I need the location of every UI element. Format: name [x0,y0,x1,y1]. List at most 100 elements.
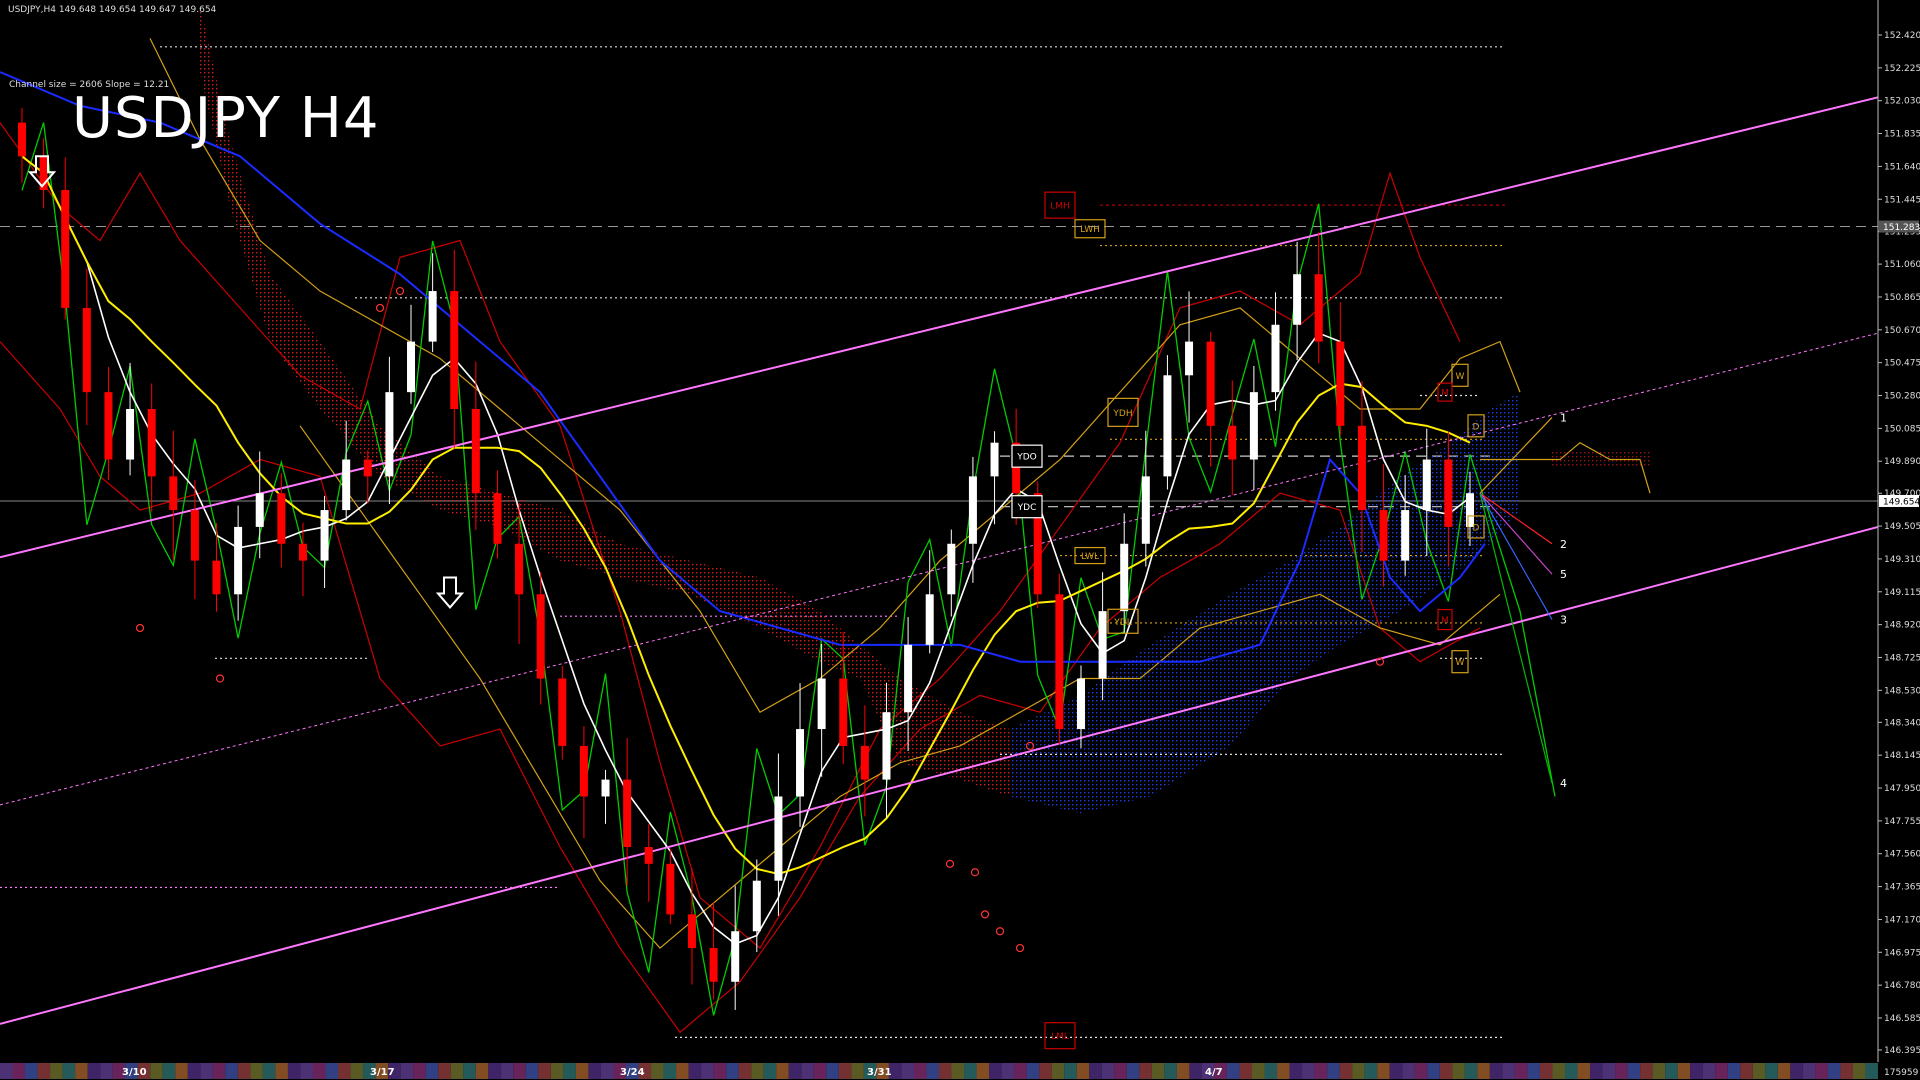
time-block-16 [200,1063,213,1079]
candle-body-64 [1401,510,1410,561]
price-tick-label-19: 148.725 [1884,653,1920,663]
price-tick-label-5: 151.445 [1884,195,1920,205]
price-tick-label-10: 150.475 [1884,359,1920,369]
price-tick-label-9: 150.670 [1884,326,1920,336]
time-block-93 [1164,1063,1177,1079]
candle-body-20 [450,291,459,409]
time-block-13 [162,1063,176,1079]
candle-body-44 [968,476,977,544]
candle-body-0 [18,122,26,157]
candle-body-42 [925,594,934,645]
time-block-39 [488,1063,501,1079]
time-block-124 [1552,1063,1565,1079]
price-tick-label-0: 152.420 [1884,31,1920,41]
time-block-61 [763,1063,777,1079]
time-block-19 [237,1063,251,1079]
candle-body-9 [212,560,221,595]
time-block-135 [1690,1063,1703,1079]
time-block-126 [1577,1063,1591,1079]
stats-value: 175959 [1884,1068,1919,1078]
time-block-109 [1364,1063,1378,1079]
symbol-info-line: USDJPY,H4 149.648 149.654 149.647 149.65… [8,5,217,15]
time-block-46 [575,1063,589,1079]
candle-body-35 [774,796,783,881]
candle-body-10 [234,526,243,595]
time-block-60 [751,1063,764,1079]
price-tick-label-2: 152.030 [1884,97,1920,107]
candle-body-62 [1357,425,1366,511]
candle-body-27 [601,779,610,797]
time-block-146 [1827,1063,1841,1079]
time-block-145 [1815,1063,1828,1079]
time-block-64 [801,1063,814,1079]
price-tick-label-11: 150.280 [1884,392,1920,402]
time-block-80 [1001,1063,1015,1079]
time-block-89 [1114,1063,1127,1079]
date-label-1: 3/17 [370,1067,395,1078]
time-block-128 [1602,1063,1616,1079]
candle-body-2 [61,189,70,308]
price-tick-label-25: 147.560 [1884,850,1920,860]
time-block-86 [1076,1063,1090,1079]
time-block-73 [913,1063,927,1079]
time-block-43 [538,1063,551,1079]
price-tick-label-31: 146.395 [1884,1046,1920,1056]
candle-body-19 [428,291,437,342]
time-block-99 [1239,1063,1252,1079]
time-block-45 [563,1063,576,1079]
price-tick-label-26: 147.365 [1884,883,1920,893]
time-block-134 [1677,1063,1691,1079]
time-block-132 [1652,1063,1666,1079]
candle-body-65 [1422,459,1431,511]
level-label-lwl: LWL [1081,552,1099,562]
level-box-ydo: YDO [1011,444,1043,468]
time-block-68 [851,1063,864,1079]
candle-body-54 [1185,341,1194,376]
candle-body-6 [147,408,156,477]
candle-body-41 [904,644,913,713]
candle-body-11 [255,493,264,527]
time-block-149 [1865,1063,1878,1079]
price-tick-label-29: 146.780 [1884,981,1920,991]
time-block-131 [1640,1063,1653,1079]
date-label-3: 3/31 [867,1067,892,1078]
time-block-4 [50,1063,63,1079]
time-block-123 [1539,1063,1553,1079]
level-label-ydl: YDL [1113,618,1131,628]
time-block-38 [475,1063,489,1079]
projection-label-1: 2 [1560,538,1567,551]
time-block-0 [0,1063,13,1079]
time-block-92 [1151,1063,1165,1079]
time-block-32 [400,1063,414,1079]
time-block-90 [1126,1063,1140,1079]
time-block-130 [1627,1063,1641,1079]
time-block-67 [838,1063,852,1079]
candle-body-36 [796,729,805,797]
candle-body-51 [1120,543,1129,612]
candle-body-17 [385,392,394,477]
time-block-147 [1840,1063,1853,1079]
candle-body-34 [752,880,761,932]
time-block-117 [1464,1063,1478,1079]
candle-body-32 [709,948,718,982]
candle-body-56 [1228,425,1237,460]
time-block-111 [1389,1063,1403,1079]
price-chart[interactable]: LMHLWHYDHYDOYDCLWLYDLLMLWDDMMW 12534 152… [0,0,1920,1080]
projection-label-0: 1 [1560,411,1567,424]
level-label-lwh: LWH [1080,225,1100,235]
candle-body-58 [1271,324,1280,393]
current-price-label: 149.654 [1883,497,1920,507]
time-block-63 [788,1063,802,1079]
price-tick-label-20: 148.530 [1884,686,1920,696]
time-block-57 [713,1063,727,1079]
time-block-47 [588,1063,601,1079]
time-block-40 [500,1063,514,1079]
price-tick-label-1: 152.225 [1884,64,1920,74]
candle-body-50 [1098,611,1107,679]
price-axis: 152.420 152.225 152.030 151.835 151.640 151.4… [1877,0,1920,1062]
time-block-115 [1439,1063,1453,1079]
candle-body-22 [493,493,502,544]
cloud-future [1550,451,1650,468]
candle-body-57 [1249,392,1258,460]
time-block-25 [313,1063,326,1079]
